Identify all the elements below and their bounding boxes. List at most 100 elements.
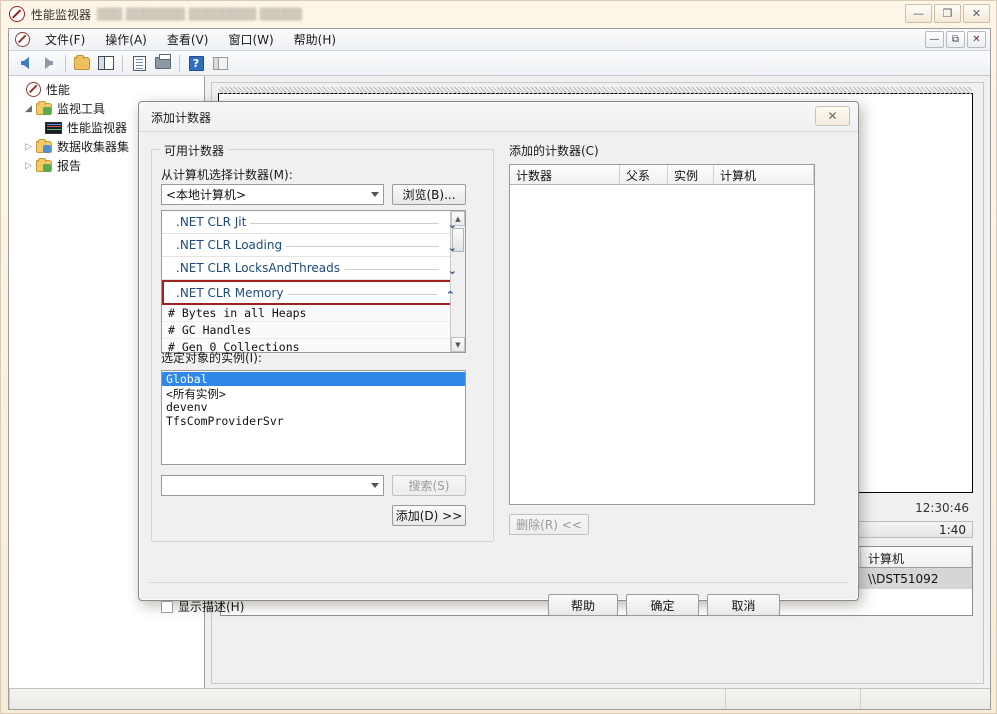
back-button[interactable] [14,53,36,74]
menu-bar: 文件(F) 操作(A) 查看(V) 窗口(W) 帮助(H) — ⧉ ✕ [9,29,990,51]
up-one-level-button[interactable] [71,53,93,74]
app-window-controls: — ❐ ✕ [905,4,990,23]
added-counters-panel: 添加的计数器(C) 计数器 父系 实例 计算机 删除(R) << [509,142,848,542]
app-title-bar: 性能监视器 ███ ███████ ████████ █████ — ❐ ✕ [1,1,996,27]
status-bar [9,688,990,709]
dialog-close-button[interactable]: ✕ [815,106,850,126]
add-counters-dialog: 添加计数器 ✕ 可用计数器 从计算机选择计数器(M): <本地计算机> 浏览(B… [138,101,859,616]
legend-computer: \\DST51092 [868,571,939,586]
browse-button[interactable]: 浏览(B)... [392,184,466,205]
ok-button[interactable]: 确定 [626,594,699,616]
show-console-tree-button[interactable] [95,53,117,74]
mmc-restore-button[interactable]: ⧉ [946,31,965,48]
app-restore-button[interactable]: ❐ [934,4,961,23]
chevron-down-icon[interactable] [371,192,379,197]
twisty-collapsed-icon[interactable]: ▷ [25,142,36,152]
mmc-close-button[interactable]: ✕ [967,31,986,48]
performance-icon [26,82,41,97]
list-item[interactable]: Global [162,372,465,386]
source-computer-combo[interactable]: <本地计算机> [161,184,384,205]
app-title: 性能监视器 [31,7,92,22]
added-counters-label: 添加的计数器(C) [509,142,603,159]
twisty-expanded-icon[interactable]: ◢ [25,104,36,114]
chevron-down-icon[interactable]: ⌄ [448,264,457,277]
dialog-footer: 显示描述(H) 帮助 确定 取消 [139,542,858,632]
tree-item-label: 数据收集器集 [57,140,130,154]
available-counters-label: 可用计数器 [160,142,229,159]
print-icon [155,54,171,69]
help-button[interactable]: ? [185,53,207,74]
forward-button[interactable] [38,53,60,74]
added-header-computer: 计算机 [714,165,814,184]
chevron-up-icon[interactable]: ⌃ [446,289,455,302]
remove-counter-button[interactable]: 删除(R) << [509,514,589,535]
add-counter-button[interactable]: 添加(D) >> [392,505,466,526]
added-counters-header-row: 计数器 父系 实例 计算机 [510,165,814,185]
toolbar-separator [65,54,66,72]
menu-window[interactable]: 窗口(W) [218,29,283,50]
checkbox-unchecked[interactable] [161,600,173,613]
legend-header-computer: 计算机 [861,547,972,567]
application-window: 性能监视器 ███ ███████ ████████ █████ — ❐ ✕ 文… [0,0,997,714]
twisty-collapsed-icon[interactable]: ▷ [25,161,36,171]
app-title-subtitle: ███ ███████ ████████ █████ [97,7,303,21]
mmc-minimize-button[interactable]: — [925,31,944,48]
status-segment-secondary [725,689,860,709]
show-console-tree-icon [98,56,114,70]
source-computer-value: <本地计算机> [166,188,247,202]
scroll-down-icon[interactable]: ▼ [451,337,465,352]
status-segment-main [9,689,725,709]
print-button[interactable] [152,53,174,74]
counter-group-label: .NET CLR Jit [176,215,251,229]
menu-action[interactable]: 操作(A) [95,29,157,50]
instances-list[interactable]: Global <所有实例> devenv TfsComProviderSvr [161,370,466,465]
counter-group-net-clr-memory[interactable]: .NET CLR Memory ⌃ [162,280,465,305]
dialog-body: 可用计数器 从计算机选择计数器(M): <本地计算机> 浏览(B)... .NE… [139,132,858,616]
dialog-title-bar: 添加计数器 ✕ [139,102,858,132]
cancel-button[interactable]: 取消 [707,594,780,616]
counter-objects-list[interactable]: .NET CLR Jit ⌄ .NET CLR Loading ⌄ .NET C… [161,210,466,353]
menu-help[interactable]: 帮助(H) [284,29,346,50]
list-item[interactable]: # GC Handles [162,322,465,339]
list-item[interactable]: # Bytes in all Heaps [162,305,465,322]
chevron-down-icon[interactable] [371,483,379,488]
tree-item-label: 性能监视器 [67,121,128,135]
added-header-instance: 实例 [668,165,714,184]
menu-view[interactable]: 查看(V) [157,29,219,50]
chart-timestamp: 12:30:46 [915,501,969,515]
chevron-down-icon[interactable]: ⌄ [448,241,457,254]
properties-button[interactable] [128,53,150,74]
tree-item-label: 报告 [57,159,82,173]
counter-list-scrollbar[interactable]: ▲ ▼ [450,211,465,352]
list-item[interactable]: devenv [162,400,465,414]
counter-group-net-clr-loading[interactable]: .NET CLR Loading ⌄ [162,234,465,257]
added-counters-table[interactable]: 计数器 父系 实例 计算机 [509,164,815,505]
menu-file[interactable]: 文件(F) [35,29,95,50]
properties-icon [132,55,146,71]
back-icon [21,57,29,69]
list-item[interactable]: TfsComProviderSvr [162,414,465,428]
list-item[interactable]: <所有实例> [162,386,465,401]
counter-group-net-clr-locksandthreads[interactable]: .NET CLR LocksAndThreads ⌄ [162,257,465,280]
chevron-down-icon[interactable]: ⌄ [448,218,457,231]
app-close-button[interactable]: ✕ [963,4,990,23]
show-action-pane-icon [212,56,228,70]
dialog-title: 添加计数器 [151,111,212,125]
instances-label: 选定对象的实例(I): [161,351,262,365]
mmc-window-controls: — ⧉ ✕ [925,31,986,48]
tree-item-performance[interactable]: 性能 [9,80,204,99]
show-description-checkbox[interactable]: 显示描述(H) [161,598,244,615]
app-minimize-button[interactable]: — [905,4,932,23]
counter-group-label: .NET CLR Loading [176,238,287,252]
instance-search-combo[interactable] [161,475,384,496]
show-action-pane-button[interactable] [209,53,231,74]
search-button[interactable]: 搜索(S) [392,475,466,496]
source-computer-label: 从计算机选择计数器(M): [161,168,293,182]
chart-hatch-decoration [219,87,972,94]
help-button[interactable]: 帮助 [548,594,618,616]
console-icon [15,32,30,47]
toolbar-separator [179,54,180,72]
folder-green-icon [36,157,52,172]
toolbar-separator [122,54,123,72]
counter-group-net-clr-jit[interactable]: .NET CLR Jit ⌄ [162,211,465,234]
